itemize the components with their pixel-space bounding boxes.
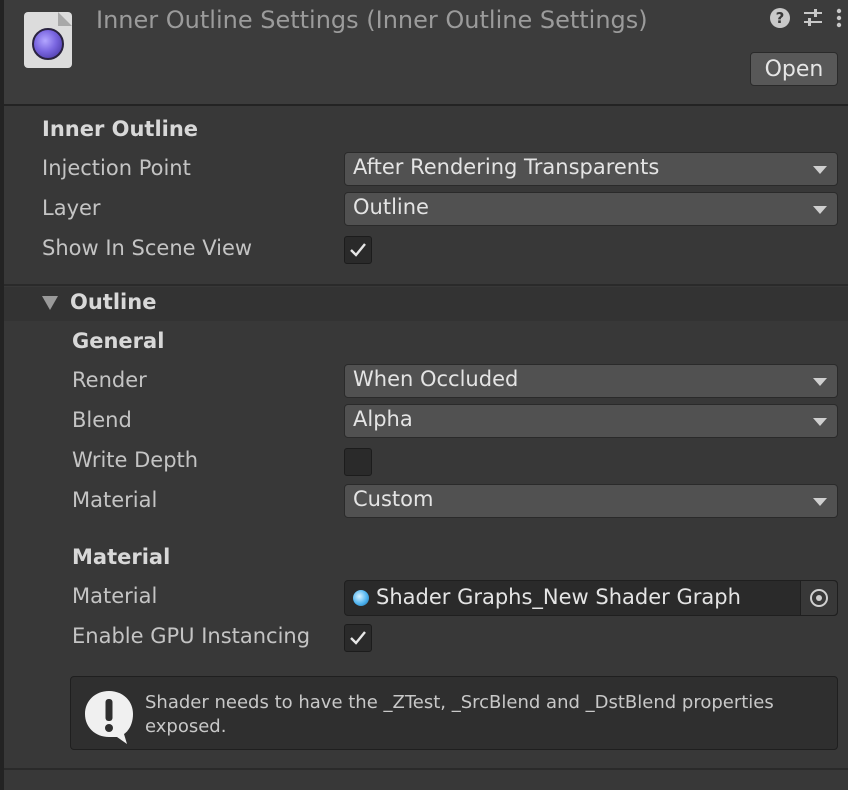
help-message-text: Shader needs to have the _ZTest, _SrcBle… xyxy=(145,692,774,737)
blend-dropdown[interactable]: Alpha xyxy=(344,404,838,438)
open-button[interactable]: Open xyxy=(750,52,838,86)
material-field-value: Shader Graphs_New Shader Graph xyxy=(376,585,741,609)
checkmark-icon xyxy=(350,243,366,257)
inner-outline-title: Inner Outline xyxy=(42,117,199,141)
material-mode-value: Custom xyxy=(353,487,434,511)
outline-foldout-label[interactable]: Outline xyxy=(70,290,156,314)
inspector-title: Inner Outline Settings (Inner Outline Se… xyxy=(96,6,648,34)
injection-point-label: Injection Point xyxy=(42,156,191,180)
left-border xyxy=(0,0,4,790)
bottom-divider xyxy=(4,768,848,770)
help-icon[interactable]: ? xyxy=(770,8,790,28)
render-dropdown[interactable]: When Occluded xyxy=(344,364,838,398)
blend-label: Blend xyxy=(72,408,132,432)
dropdown-arrow-icon xyxy=(813,418,827,426)
layer-label: Layer xyxy=(42,196,101,220)
material-object-field[interactable]: Shader Graphs_New Shader Graph xyxy=(344,580,838,616)
general-title: General xyxy=(72,329,165,353)
foldout-expanded-icon[interactable] xyxy=(42,296,58,310)
show-in-scene-view-label: Show In Scene View xyxy=(42,236,253,260)
write-depth-label: Write Depth xyxy=(72,448,199,472)
blend-value: Alpha xyxy=(353,407,413,431)
checkmark-icon xyxy=(350,631,366,645)
layer-dropdown[interactable]: Outline xyxy=(344,192,838,226)
gpu-instancing-checkbox[interactable] xyxy=(344,624,372,652)
write-depth-checkbox[interactable] xyxy=(344,448,372,476)
object-picker-button[interactable] xyxy=(800,581,837,615)
material-mode-label: Material xyxy=(72,488,158,512)
gpu-instancing-label: Enable GPU Instancing xyxy=(72,624,311,648)
render-feature-asset-icon xyxy=(24,12,72,68)
material-icon xyxy=(353,590,369,606)
preset-sliders-icon[interactable] xyxy=(802,8,824,28)
more-vertical-icon[interactable] xyxy=(836,8,842,28)
material-mode-dropdown[interactable]: Custom xyxy=(344,484,838,518)
inspector-header: Inner Outline Settings (Inner Outline Se… xyxy=(4,0,848,106)
injection-point-value: After Rendering Transparents xyxy=(353,155,660,179)
material-field-label: Material xyxy=(72,584,158,608)
object-picker-icon xyxy=(810,589,828,607)
warning-help-box: Shader needs to have the _ZTest, _SrcBle… xyxy=(70,676,838,750)
injection-point-dropdown[interactable]: After Rendering Transparents xyxy=(344,152,838,186)
dropdown-arrow-icon xyxy=(813,378,827,386)
render-value: When Occluded xyxy=(353,367,519,391)
dropdown-arrow-icon xyxy=(813,498,827,506)
material-section-title: Material xyxy=(72,545,171,569)
header-icons: ? xyxy=(770,8,842,28)
section-divider xyxy=(4,284,848,286)
render-label: Render xyxy=(72,368,147,392)
dropdown-arrow-icon xyxy=(813,206,827,214)
show-in-scene-view-checkbox[interactable] xyxy=(344,236,372,264)
warning-icon xyxy=(85,691,133,744)
layer-value: Outline xyxy=(353,195,429,219)
dropdown-arrow-icon xyxy=(813,166,827,174)
